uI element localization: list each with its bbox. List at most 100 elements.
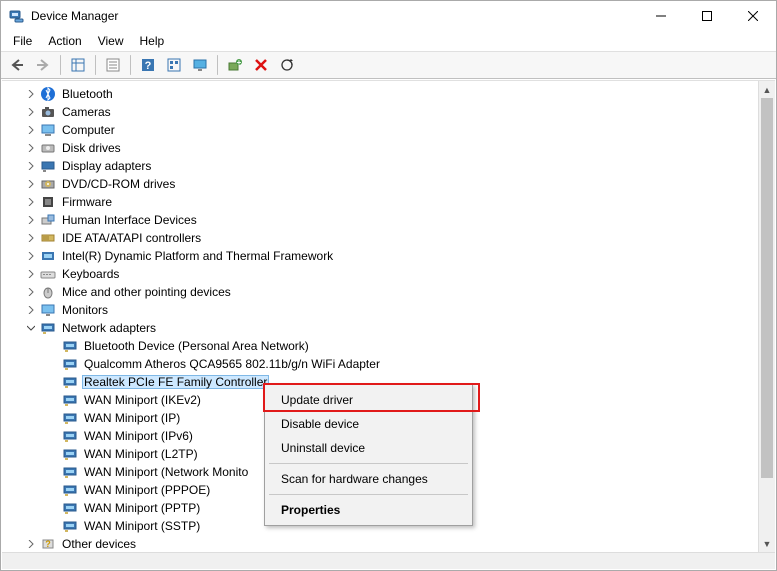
- computer-icon: [40, 122, 56, 138]
- chevron-right-icon[interactable]: [24, 247, 38, 265]
- minimize-button[interactable]: [638, 1, 684, 31]
- chevron-right-icon[interactable]: [24, 157, 38, 175]
- ctx-uninstall-device[interactable]: Uninstall device: [267, 436, 470, 460]
- tree-label: Network adapters: [60, 321, 158, 335]
- hid-icon: [40, 212, 56, 228]
- monitor-icon: [40, 302, 56, 318]
- tree-item-cameras[interactable]: Cameras: [6, 103, 775, 121]
- chevron-right-icon[interactable]: [24, 175, 38, 193]
- tree-item-net-qca[interactable]: Qualcomm Atheros QCA9565 802.11b/g/n WiF…: [6, 355, 775, 373]
- tree-label: WAN Miniport (IP): [82, 411, 182, 425]
- toolbar-separator: [130, 55, 131, 75]
- tree-item-keyboards[interactable]: Keyboards: [6, 265, 775, 283]
- network-adapter-icon: [62, 482, 78, 498]
- chevron-down-icon[interactable]: [24, 319, 38, 337]
- spacer: [46, 355, 60, 373]
- spacer: [46, 499, 60, 517]
- tree-item-firmware[interactable]: Firmware: [6, 193, 775, 211]
- mouse-icon: [40, 284, 56, 300]
- other-devices-icon: ?: [40, 536, 56, 552]
- chevron-right-icon[interactable]: [24, 229, 38, 247]
- forward-button[interactable]: [31, 53, 55, 77]
- chevron-right-icon[interactable]: [24, 103, 38, 121]
- spacer: [46, 409, 60, 427]
- tree-item-disk-drives[interactable]: Disk drives: [6, 139, 775, 157]
- tree-item-computer[interactable]: Computer: [6, 121, 775, 139]
- menu-help[interactable]: Help: [132, 32, 173, 50]
- display-adapter-icon: [40, 158, 56, 174]
- help-button[interactable]: ?: [136, 53, 160, 77]
- tree-item-net-bluetooth[interactable]: Bluetooth Device (Personal Area Network): [6, 337, 775, 355]
- chevron-right-icon[interactable]: [24, 535, 38, 553]
- spacer: [46, 391, 60, 409]
- toolbar: ? +: [1, 51, 776, 79]
- tree-item-other-devices[interactable]: ? Other devices: [6, 535, 775, 553]
- horizontal-scrollbar[interactable]: [2, 552, 775, 569]
- spacer: [46, 445, 60, 463]
- window-titlebar: Device Manager: [1, 1, 776, 31]
- scroll-up-icon[interactable]: ▲: [759, 81, 775, 98]
- chevron-right-icon[interactable]: [24, 121, 38, 139]
- keyboard-icon: [40, 266, 56, 282]
- chevron-right-icon[interactable]: [24, 265, 38, 283]
- network-adapter-icon: [62, 338, 78, 354]
- chevron-right-icon[interactable]: [24, 283, 38, 301]
- tree-label: WAN Miniport (L2TP): [82, 447, 200, 461]
- context-menu: Update driver Disable device Uninstall d…: [264, 384, 473, 526]
- monitor-settings-button[interactable]: [188, 53, 212, 77]
- menu-view[interactable]: View: [90, 32, 132, 50]
- svg-text:?: ?: [145, 60, 152, 72]
- scrollbar-thumb[interactable]: [761, 98, 773, 478]
- ctx-scan-hardware[interactable]: Scan for hardware changes: [267, 467, 470, 491]
- ctx-disable-device[interactable]: Disable device: [267, 412, 470, 436]
- ctx-properties[interactable]: Properties: [267, 498, 470, 522]
- tree-label: Realtek PCIe FE Family Controller: [82, 375, 269, 389]
- chevron-right-icon[interactable]: [24, 211, 38, 229]
- menu-action[interactable]: Action: [40, 32, 89, 50]
- disk-drive-icon: [40, 140, 56, 156]
- tree-item-display-adapters[interactable]: Display adapters: [6, 157, 775, 175]
- back-button[interactable]: [5, 53, 29, 77]
- menubar: File Action View Help: [1, 31, 776, 51]
- tree-item-intel-dptf[interactable]: Intel(R) Dynamic Platform and Thermal Fr…: [6, 247, 775, 265]
- spacer: [46, 337, 60, 355]
- chevron-right-icon[interactable]: [24, 193, 38, 211]
- tree-label: Keyboards: [60, 267, 121, 281]
- tree-label: Bluetooth Device (Personal Area Network): [82, 339, 311, 353]
- tree-item-monitors[interactable]: Monitors: [6, 301, 775, 319]
- chevron-right-icon[interactable]: [24, 139, 38, 157]
- tree-item-hid[interactable]: Human Interface Devices: [6, 211, 775, 229]
- toolbar-separator: [217, 55, 218, 75]
- show-hidden-button[interactable]: [66, 53, 90, 77]
- tree-label: Bluetooth: [60, 87, 115, 101]
- properties-button[interactable]: [101, 53, 125, 77]
- scroll-down-icon[interactable]: ▼: [759, 535, 775, 552]
- context-menu-separator: [269, 494, 468, 495]
- close-button[interactable]: [730, 1, 776, 31]
- maximize-button[interactable]: [684, 1, 730, 31]
- tree-label: Cameras: [60, 105, 113, 119]
- chevron-right-icon[interactable]: [24, 85, 38, 103]
- tree-item-bluetooth[interactable]: Bluetooth: [6, 85, 775, 103]
- ctx-update-driver[interactable]: Update driver: [267, 388, 470, 412]
- add-legacy-hardware-button[interactable]: +: [223, 53, 247, 77]
- devices-by-type-button[interactable]: [162, 53, 186, 77]
- app-icon: [9, 8, 25, 24]
- tree-item-ide[interactable]: IDE ATA/ATAPI controllers: [6, 229, 775, 247]
- network-adapter-icon: [62, 518, 78, 534]
- tree-item-dvd[interactable]: DVD/CD-ROM drives: [6, 175, 775, 193]
- tree-item-mice[interactable]: Mice and other pointing devices: [6, 283, 775, 301]
- tree-label: Other devices: [60, 537, 138, 551]
- window-title: Device Manager: [31, 9, 638, 23]
- scan-hardware-button[interactable]: [275, 53, 299, 77]
- bluetooth-icon: [40, 86, 56, 102]
- chevron-right-icon[interactable]: [24, 301, 38, 319]
- vertical-scrollbar[interactable]: ▲ ▼: [758, 81, 775, 552]
- camera-icon: [40, 104, 56, 120]
- tree-label: WAN Miniport (IKEv2): [82, 393, 203, 407]
- menu-file[interactable]: File: [5, 32, 40, 50]
- network-adapter-icon: [62, 410, 78, 426]
- spacer: [46, 481, 60, 499]
- tree-item-network-adapters[interactable]: Network adapters: [6, 319, 775, 337]
- uninstall-button[interactable]: [249, 53, 273, 77]
